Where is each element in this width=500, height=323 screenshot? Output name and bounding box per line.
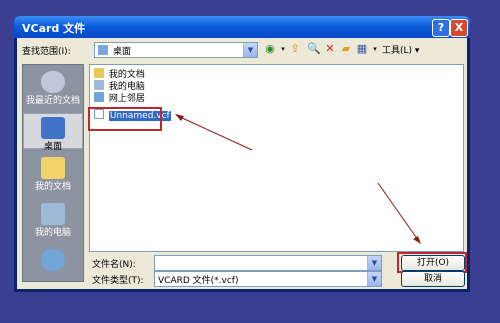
annotation-arrows	[175, 114, 421, 244]
arrow-to-file	[179, 116, 253, 151]
arrow-to-open-button	[377, 182, 419, 241]
arrowhead-file-icon	[175, 114, 184, 121]
arrowhead-open-icon	[413, 236, 421, 244]
